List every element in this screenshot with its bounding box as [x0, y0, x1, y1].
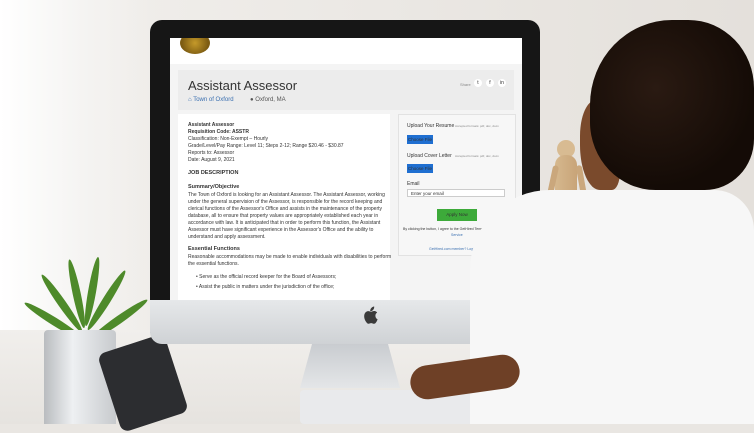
town-seal-logo[interactable]	[180, 38, 210, 54]
summary-line: under the general supervision of the Ass…	[188, 199, 383, 205]
apple-logo-icon	[364, 306, 378, 324]
cover-hint: Accepted formats: pdf, doc, docx	[455, 154, 499, 158]
summary-heading: Summary/Objective	[188, 184, 240, 190]
job-description: Assistant Assessor Requisition Code: ASS…	[178, 114, 392, 300]
home-icon: ⌂	[188, 97, 192, 103]
resume-label: Upload Your Resume	[407, 123, 455, 129]
location-city: ● Oxford, MA	[250, 97, 286, 103]
cover-label: Upload Cover Letter	[407, 153, 452, 159]
job-name-line: Assistant Assessor	[188, 122, 235, 128]
person-shirt	[470, 190, 754, 424]
summary-line: database, all to ensure that property va…	[188, 213, 379, 219]
job-date: Date: August 9, 2021	[188, 157, 235, 163]
list-item: • Assist the public in matters under the…	[196, 284, 335, 290]
resume-choose-file-button[interactable]: Choose File	[407, 135, 433, 144]
location-town-link[interactable]: ⌂ Town of Oxford	[188, 97, 234, 103]
facebook-icon[interactable]: f	[486, 79, 494, 87]
grade-level: Grade/Level/Pay Range: Level 11; Steps 2…	[188, 143, 344, 149]
apply-now-button[interactable]: Apply Now	[437, 209, 477, 221]
page-title: Assistant Assessor	[188, 78, 298, 93]
section-heading: JOB DESCRIPTION	[188, 170, 239, 176]
person-hair	[590, 20, 754, 190]
essential-line: Reasonable accommodations may be made to…	[188, 254, 392, 260]
cover-choose-file-button[interactable]: Choose File	[407, 164, 433, 173]
summary-line: accordance with law. It is anticipated t…	[188, 220, 381, 226]
terms-text: By clicking the button, I agree to the G…	[403, 227, 488, 231]
resume-hint: Accepted formats: pdf, doc, docx	[455, 124, 499, 128]
site-topbar	[170, 38, 522, 64]
twitter-icon[interactable]: t	[474, 79, 482, 87]
summary-line: clerical functions of the Assessor's Off…	[188, 206, 383, 212]
classification: Classification: Non-Exempt – Hourly	[188, 136, 269, 142]
list-item: • Serve as the official record keeper fo…	[196, 274, 337, 280]
essential-heading: Essential Functions	[188, 246, 240, 252]
requisition-code: Requisition Code: ASSTR	[188, 129, 249, 135]
summary-line: Assessor must have significant experienc…	[188, 227, 374, 233]
monitor-stand	[300, 344, 400, 388]
essential-line: the essential functions.	[188, 261, 239, 267]
email-input[interactable]: Enter your email	[407, 189, 505, 197]
job-header: Assistant Assessor ⌂ Town of Oxford ● Ox…	[178, 70, 514, 110]
monitor-screen: Assistant Assessor ⌂ Town of Oxford ● Ox…	[170, 38, 522, 300]
linkedin-icon[interactable]: in	[498, 79, 506, 87]
map-pin-icon: ●	[250, 97, 254, 103]
email-label: Email	[407, 181, 420, 187]
summary-line: The Town of Oxford is looking for an Ass…	[188, 192, 385, 198]
terms-link[interactable]: Service	[451, 233, 463, 237]
summary-line: understand and apply assessment.	[188, 234, 266, 240]
share-label: Share	[460, 82, 471, 87]
reports-to: Reports to: Assessor	[188, 150, 235, 156]
